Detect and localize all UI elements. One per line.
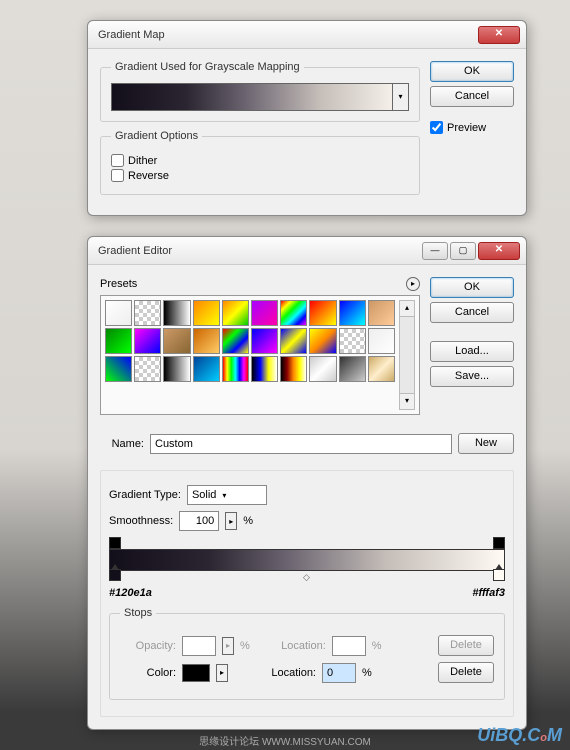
- preset-swatch[interactable]: [251, 356, 278, 382]
- opacity-label: Opacity:: [120, 640, 176, 652]
- opacity-location-input: [332, 636, 366, 656]
- location-label: Location:: [256, 667, 316, 679]
- midpoint-icon[interactable]: ◇: [303, 572, 310, 583]
- preset-swatch[interactable]: [193, 356, 220, 382]
- cancel-button[interactable]: Cancel: [430, 302, 514, 323]
- gradient-type-select[interactable]: Solid ▾: [187, 485, 267, 505]
- opacity-stop-left[interactable]: [109, 537, 121, 549]
- preset-swatch[interactable]: [105, 328, 132, 354]
- presets-menu-icon[interactable]: ▸: [406, 277, 420, 291]
- color-location-input[interactable]: [322, 663, 356, 683]
- group-label: Gradient Options: [111, 130, 202, 142]
- color-swatch[interactable]: [182, 664, 210, 682]
- color-stop-left[interactable]: [109, 569, 121, 581]
- preset-swatch[interactable]: [339, 328, 366, 354]
- preset-swatch[interactable]: [134, 356, 161, 382]
- color-picker-arrow[interactable]: ▸: [216, 664, 228, 682]
- gradient-mapping-group: Gradient Used for Grayscale Mapping ▾: [100, 61, 420, 122]
- name-label: Name:: [100, 438, 144, 450]
- gradient-dropdown-arrow[interactable]: ▾: [392, 84, 408, 110]
- dither-checkbox[interactable]: Dither: [111, 154, 409, 167]
- preset-swatch[interactable]: [368, 300, 395, 326]
- footer-text: 思缘设计论坛 WWW.MISSYUAN.COM: [199, 733, 371, 748]
- gradient-options-group: Gradient Options Dither Reverse: [100, 130, 420, 195]
- preset-swatch[interactable]: [222, 300, 249, 326]
- preset-swatch[interactable]: [163, 356, 190, 382]
- checkbox-input[interactable]: [430, 121, 443, 134]
- gradient-ramp[interactable]: ◇: [109, 537, 505, 581]
- gradient-map-dialog: Gradient Map ✕ Gradient Used for Graysca…: [87, 20, 527, 216]
- preset-swatch[interactable]: [368, 356, 395, 382]
- preset-swatch[interactable]: [339, 300, 366, 326]
- ok-button[interactable]: OK: [430, 277, 514, 298]
- smoothness-input[interactable]: [179, 511, 219, 531]
- stops-group: Stops Opacity: ▸ % Location: % Delete Co…: [109, 607, 505, 700]
- preset-swatch[interactable]: [134, 300, 161, 326]
- scrollbar[interactable]: ▴ ▾: [399, 300, 415, 410]
- group-label: Gradient Used for Grayscale Mapping: [111, 61, 304, 73]
- preset-swatch[interactable]: [251, 328, 278, 354]
- preset-swatch[interactable]: [222, 328, 249, 354]
- delete-opacity-button: Delete: [438, 635, 494, 656]
- preset-swatch[interactable]: [280, 328, 307, 354]
- save-button[interactable]: Save...: [430, 366, 514, 387]
- preset-swatch[interactable]: [163, 300, 190, 326]
- scroll-track[interactable]: [400, 317, 414, 393]
- location-label: Location:: [266, 640, 326, 652]
- gradient-editor-dialog: Gradient Editor — ▢ ✕ Presets ▸: [87, 236, 527, 730]
- preset-swatch[interactable]: [222, 356, 249, 382]
- presets-label: Presets: [100, 278, 406, 290]
- preset-swatch[interactable]: [105, 356, 132, 382]
- right-hex: #fffaf3: [472, 587, 505, 599]
- preset-swatch[interactable]: [309, 328, 336, 354]
- opacity-input: [182, 636, 216, 656]
- opacity-stop-right[interactable]: [493, 537, 505, 549]
- load-button[interactable]: Load...: [430, 341, 514, 362]
- delete-color-button[interactable]: Delete: [438, 662, 494, 683]
- preset-swatch[interactable]: [309, 356, 336, 382]
- stops-legend: Stops: [120, 607, 156, 619]
- preset-swatch[interactable]: [134, 328, 161, 354]
- ok-button[interactable]: OK: [430, 61, 514, 82]
- preset-swatch[interactable]: [105, 300, 132, 326]
- window-title: Gradient Map: [94, 29, 478, 41]
- window-title: Gradient Editor: [94, 245, 422, 257]
- preset-swatch[interactable]: [309, 300, 336, 326]
- watermark: UiBQ.CoM: [477, 725, 562, 746]
- smoothness-stepper[interactable]: ▸: [225, 512, 237, 530]
- maximize-button[interactable]: ▢: [450, 242, 476, 260]
- left-hex: #120e1a: [109, 587, 152, 599]
- gradient-bar[interactable]: [109, 549, 505, 571]
- scroll-down-arrow[interactable]: ▾: [400, 393, 414, 409]
- preset-swatch[interactable]: [368, 328, 395, 354]
- preset-swatch[interactable]: [280, 300, 307, 326]
- scroll-up-arrow[interactable]: ▴: [400, 301, 414, 317]
- color-stop-right[interactable]: [493, 569, 505, 581]
- preset-swatch[interactable]: [193, 328, 220, 354]
- preset-swatch[interactable]: [193, 300, 220, 326]
- chevron-down-icon: ▾: [222, 491, 226, 500]
- preset-swatch[interactable]: [163, 328, 190, 354]
- titlebar[interactable]: Gradient Map ✕: [88, 21, 526, 49]
- close-button[interactable]: ✕: [478, 242, 520, 260]
- opacity-stepper: ▸: [222, 637, 234, 655]
- checkbox-input[interactable]: [111, 169, 124, 182]
- titlebar[interactable]: Gradient Editor — ▢ ✕: [88, 237, 526, 265]
- name-input[interactable]: [150, 434, 452, 454]
- presets-grid: ▴ ▾: [100, 295, 420, 415]
- preset-swatch[interactable]: [251, 300, 278, 326]
- close-button[interactable]: ✕: [478, 26, 520, 44]
- minimize-button[interactable]: —: [422, 242, 448, 260]
- gradient-type-label: Gradient Type:: [109, 489, 181, 501]
- preset-swatch[interactable]: [280, 356, 307, 382]
- cancel-button[interactable]: Cancel: [430, 86, 514, 107]
- gradient-preview[interactable]: ▾: [111, 83, 409, 111]
- preset-swatch[interactable]: [339, 356, 366, 382]
- preview-checkbox[interactable]: Preview: [430, 121, 514, 134]
- new-button[interactable]: New: [458, 433, 514, 454]
- color-label: Color:: [120, 667, 176, 679]
- smoothness-label: Smoothness:: [109, 515, 173, 527]
- checkbox-input[interactable]: [111, 154, 124, 167]
- reverse-checkbox[interactable]: Reverse: [111, 169, 409, 182]
